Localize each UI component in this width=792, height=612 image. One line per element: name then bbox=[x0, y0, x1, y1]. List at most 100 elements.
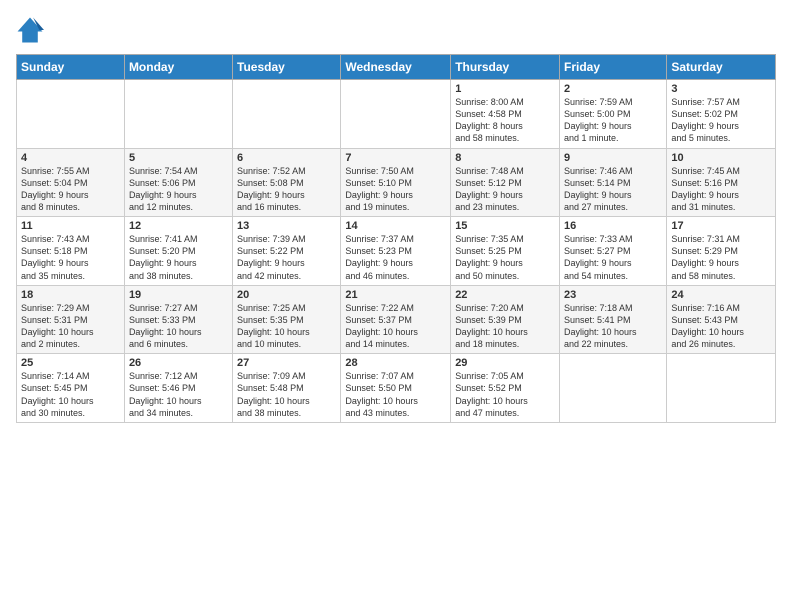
day-cell: 27Sunrise: 7:09 AM Sunset: 5:48 PM Dayli… bbox=[233, 354, 341, 423]
day-number: 7 bbox=[345, 152, 446, 164]
day-cell: 6Sunrise: 7:52 AM Sunset: 5:08 PM Daylig… bbox=[233, 148, 341, 217]
weekday-header-thursday: Thursday bbox=[451, 55, 560, 80]
day-cell: 19Sunrise: 7:27 AM Sunset: 5:33 PM Dayli… bbox=[124, 285, 232, 354]
day-cell: 25Sunrise: 7:14 AM Sunset: 5:45 PM Dayli… bbox=[17, 354, 125, 423]
week-row-5: 25Sunrise: 7:14 AM Sunset: 5:45 PM Dayli… bbox=[17, 354, 776, 423]
day-info: Sunrise: 7:22 AM Sunset: 5:37 PM Dayligh… bbox=[345, 302, 446, 351]
day-cell: 26Sunrise: 7:12 AM Sunset: 5:46 PM Dayli… bbox=[124, 354, 232, 423]
day-number: 29 bbox=[455, 357, 555, 369]
day-cell: 3Sunrise: 7:57 AM Sunset: 5:02 PM Daylig… bbox=[667, 80, 776, 149]
day-cell: 9Sunrise: 7:46 AM Sunset: 5:14 PM Daylig… bbox=[560, 148, 667, 217]
day-cell: 15Sunrise: 7:35 AM Sunset: 5:25 PM Dayli… bbox=[451, 217, 560, 286]
day-info: Sunrise: 7:59 AM Sunset: 5:00 PM Dayligh… bbox=[564, 96, 662, 145]
day-number: 19 bbox=[129, 289, 228, 301]
day-cell bbox=[233, 80, 341, 149]
day-number: 26 bbox=[129, 357, 228, 369]
day-number: 3 bbox=[671, 83, 771, 95]
day-info: Sunrise: 7:14 AM Sunset: 5:45 PM Dayligh… bbox=[21, 370, 120, 419]
day-info: Sunrise: 7:54 AM Sunset: 5:06 PM Dayligh… bbox=[129, 165, 228, 214]
day-cell: 11Sunrise: 7:43 AM Sunset: 5:18 PM Dayli… bbox=[17, 217, 125, 286]
day-info: Sunrise: 7:29 AM Sunset: 5:31 PM Dayligh… bbox=[21, 302, 120, 351]
day-info: Sunrise: 7:31 AM Sunset: 5:29 PM Dayligh… bbox=[671, 233, 771, 282]
day-info: Sunrise: 7:39 AM Sunset: 5:22 PM Dayligh… bbox=[237, 233, 336, 282]
day-number: 23 bbox=[564, 289, 662, 301]
weekday-header-sunday: Sunday bbox=[17, 55, 125, 80]
day-cell: 20Sunrise: 7:25 AM Sunset: 5:35 PM Dayli… bbox=[233, 285, 341, 354]
day-number: 24 bbox=[671, 289, 771, 301]
day-number: 13 bbox=[237, 220, 336, 232]
day-number: 15 bbox=[455, 220, 555, 232]
day-cell: 16Sunrise: 7:33 AM Sunset: 5:27 PM Dayli… bbox=[560, 217, 667, 286]
header bbox=[16, 16, 776, 44]
day-info: Sunrise: 8:00 AM Sunset: 4:58 PM Dayligh… bbox=[455, 96, 555, 145]
day-info: Sunrise: 7:27 AM Sunset: 5:33 PM Dayligh… bbox=[129, 302, 228, 351]
day-cell: 22Sunrise: 7:20 AM Sunset: 5:39 PM Dayli… bbox=[451, 285, 560, 354]
day-info: Sunrise: 7:50 AM Sunset: 5:10 PM Dayligh… bbox=[345, 165, 446, 214]
day-number: 4 bbox=[21, 152, 120, 164]
day-cell bbox=[124, 80, 232, 149]
day-cell: 28Sunrise: 7:07 AM Sunset: 5:50 PM Dayli… bbox=[341, 354, 451, 423]
day-cell: 7Sunrise: 7:50 AM Sunset: 5:10 PM Daylig… bbox=[341, 148, 451, 217]
day-cell: 2Sunrise: 7:59 AM Sunset: 5:00 PM Daylig… bbox=[560, 80, 667, 149]
day-number: 11 bbox=[21, 220, 120, 232]
day-info: Sunrise: 7:46 AM Sunset: 5:14 PM Dayligh… bbox=[564, 165, 662, 214]
day-info: Sunrise: 7:52 AM Sunset: 5:08 PM Dayligh… bbox=[237, 165, 336, 214]
day-info: Sunrise: 7:25 AM Sunset: 5:35 PM Dayligh… bbox=[237, 302, 336, 351]
day-info: Sunrise: 7:55 AM Sunset: 5:04 PM Dayligh… bbox=[21, 165, 120, 214]
day-cell: 21Sunrise: 7:22 AM Sunset: 5:37 PM Dayli… bbox=[341, 285, 451, 354]
day-info: Sunrise: 7:35 AM Sunset: 5:25 PM Dayligh… bbox=[455, 233, 555, 282]
day-info: Sunrise: 7:12 AM Sunset: 5:46 PM Dayligh… bbox=[129, 370, 228, 419]
logo-icon bbox=[16, 16, 44, 44]
day-number: 14 bbox=[345, 220, 446, 232]
week-row-1: 1Sunrise: 8:00 AM Sunset: 4:58 PM Daylig… bbox=[17, 80, 776, 149]
day-number: 6 bbox=[237, 152, 336, 164]
calendar-page: SundayMondayTuesdayWednesdayThursdayFrid… bbox=[0, 0, 792, 431]
day-info: Sunrise: 7:37 AM Sunset: 5:23 PM Dayligh… bbox=[345, 233, 446, 282]
day-number: 21 bbox=[345, 289, 446, 301]
day-cell bbox=[560, 354, 667, 423]
day-number: 16 bbox=[564, 220, 662, 232]
day-number: 2 bbox=[564, 83, 662, 95]
day-number: 18 bbox=[21, 289, 120, 301]
weekday-header-row: SundayMondayTuesdayWednesdayThursdayFrid… bbox=[17, 55, 776, 80]
calendar-table: SundayMondayTuesdayWednesdayThursdayFrid… bbox=[16, 54, 776, 423]
day-cell: 18Sunrise: 7:29 AM Sunset: 5:31 PM Dayli… bbox=[17, 285, 125, 354]
day-number: 1 bbox=[455, 83, 555, 95]
weekday-header-saturday: Saturday bbox=[667, 55, 776, 80]
day-number: 20 bbox=[237, 289, 336, 301]
day-info: Sunrise: 7:41 AM Sunset: 5:20 PM Dayligh… bbox=[129, 233, 228, 282]
day-cell: 5Sunrise: 7:54 AM Sunset: 5:06 PM Daylig… bbox=[124, 148, 232, 217]
week-row-4: 18Sunrise: 7:29 AM Sunset: 5:31 PM Dayli… bbox=[17, 285, 776, 354]
day-cell: 1Sunrise: 8:00 AM Sunset: 4:58 PM Daylig… bbox=[451, 80, 560, 149]
day-number: 22 bbox=[455, 289, 555, 301]
day-number: 17 bbox=[671, 220, 771, 232]
day-info: Sunrise: 7:16 AM Sunset: 5:43 PM Dayligh… bbox=[671, 302, 771, 351]
day-info: Sunrise: 7:09 AM Sunset: 5:48 PM Dayligh… bbox=[237, 370, 336, 419]
weekday-header-wednesday: Wednesday bbox=[341, 55, 451, 80]
day-cell: 24Sunrise: 7:16 AM Sunset: 5:43 PM Dayli… bbox=[667, 285, 776, 354]
day-cell: 13Sunrise: 7:39 AM Sunset: 5:22 PM Dayli… bbox=[233, 217, 341, 286]
day-number: 9 bbox=[564, 152, 662, 164]
day-info: Sunrise: 7:33 AM Sunset: 5:27 PM Dayligh… bbox=[564, 233, 662, 282]
day-info: Sunrise: 7:07 AM Sunset: 5:50 PM Dayligh… bbox=[345, 370, 446, 419]
day-cell bbox=[341, 80, 451, 149]
day-cell: 23Sunrise: 7:18 AM Sunset: 5:41 PM Dayli… bbox=[560, 285, 667, 354]
day-cell: 17Sunrise: 7:31 AM Sunset: 5:29 PM Dayli… bbox=[667, 217, 776, 286]
day-number: 8 bbox=[455, 152, 555, 164]
weekday-header-friday: Friday bbox=[560, 55, 667, 80]
day-cell: 4Sunrise: 7:55 AM Sunset: 5:04 PM Daylig… bbox=[17, 148, 125, 217]
day-cell: 14Sunrise: 7:37 AM Sunset: 5:23 PM Dayli… bbox=[341, 217, 451, 286]
day-info: Sunrise: 7:45 AM Sunset: 5:16 PM Dayligh… bbox=[671, 165, 771, 214]
day-cell bbox=[667, 354, 776, 423]
week-row-2: 4Sunrise: 7:55 AM Sunset: 5:04 PM Daylig… bbox=[17, 148, 776, 217]
day-info: Sunrise: 7:05 AM Sunset: 5:52 PM Dayligh… bbox=[455, 370, 555, 419]
day-info: Sunrise: 7:57 AM Sunset: 5:02 PM Dayligh… bbox=[671, 96, 771, 145]
day-cell: 8Sunrise: 7:48 AM Sunset: 5:12 PM Daylig… bbox=[451, 148, 560, 217]
weekday-header-monday: Monday bbox=[124, 55, 232, 80]
day-info: Sunrise: 7:48 AM Sunset: 5:12 PM Dayligh… bbox=[455, 165, 555, 214]
day-info: Sunrise: 7:18 AM Sunset: 5:41 PM Dayligh… bbox=[564, 302, 662, 351]
day-cell: 29Sunrise: 7:05 AM Sunset: 5:52 PM Dayli… bbox=[451, 354, 560, 423]
day-number: 25 bbox=[21, 357, 120, 369]
logo bbox=[16, 16, 48, 44]
weekday-header-tuesday: Tuesday bbox=[233, 55, 341, 80]
